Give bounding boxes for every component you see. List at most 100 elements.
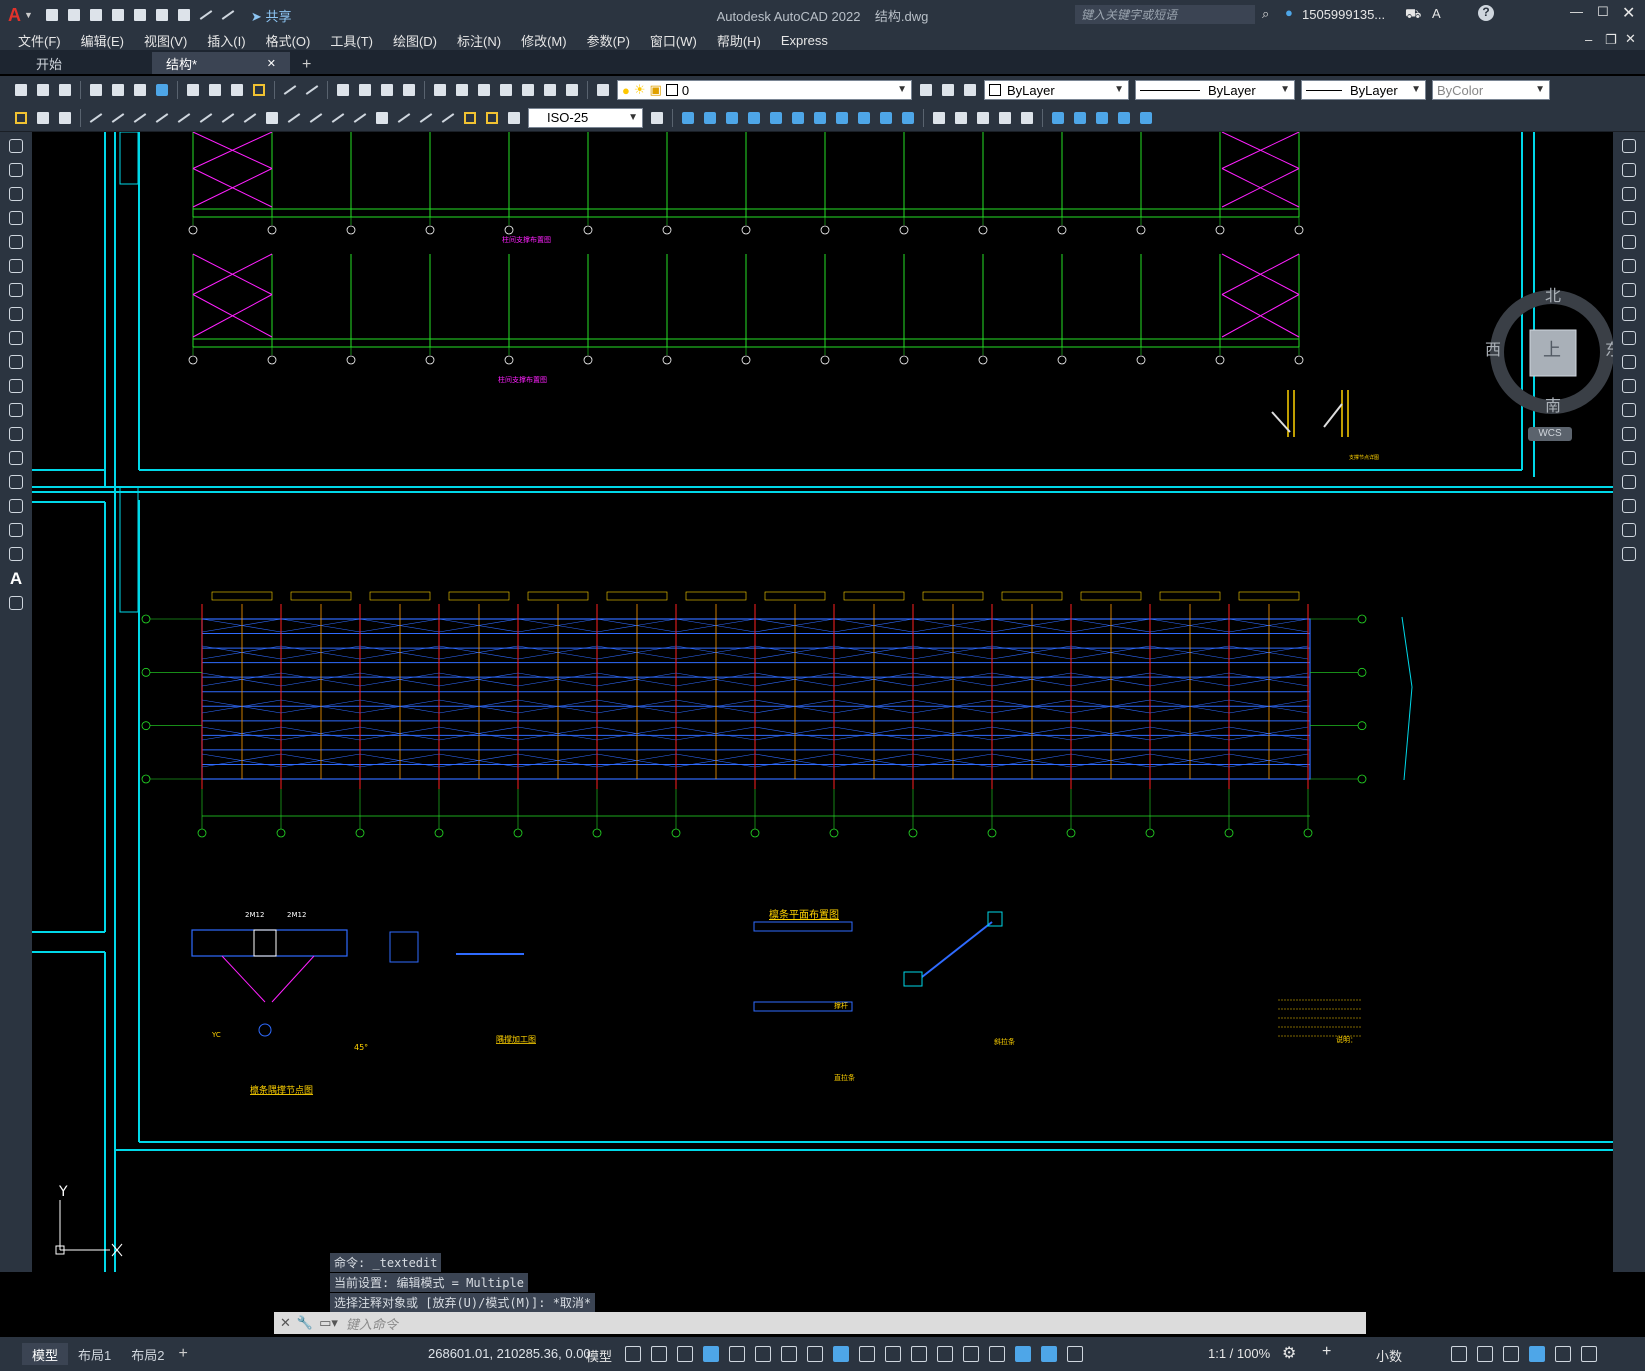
edit-block-icon[interactable] — [12, 109, 30, 127]
search-input[interactable]: 键入关键字或短语 — [1081, 6, 1177, 23]
command-close-icon[interactable]: ✕ — [280, 1315, 291, 1331]
isodraft-icon[interactable] — [781, 1346, 797, 1362]
tab-start[interactable]: 开始 — [22, 52, 150, 74]
menu-tools[interactable]: 工具(T) — [330, 31, 373, 50]
join-icon[interactable] — [1620, 449, 1638, 467]
make-block-icon[interactable] — [7, 425, 25, 443]
chamfer-icon[interactable] — [1620, 473, 1638, 491]
menu-window[interactable]: 窗口(W) — [650, 31, 697, 50]
dimstyle-icon[interactable] — [648, 109, 666, 127]
construction-line-icon[interactable] — [7, 161, 25, 179]
dim-update-icon[interactable] — [505, 109, 523, 127]
cut-icon[interactable] — [184, 81, 202, 99]
annotation-monitor-icon[interactable]: + — [1322, 1343, 1331, 1361]
otrack-icon[interactable] — [807, 1346, 823, 1362]
move-icon[interactable] — [1620, 257, 1638, 275]
command-input[interactable]: 键入命令 — [346, 1314, 398, 1333]
plotstyle-dropdown[interactable]: ByColor ▼ — [1432, 80, 1550, 100]
presspull-icon[interactable] — [1071, 109, 1089, 127]
app-menu-chevron-icon[interactable]: ▼ — [24, 10, 33, 20]
menu-edit[interactable]: 编辑(E) — [81, 31, 124, 50]
save-web-icon[interactable] — [153, 6, 171, 24]
undo-icon-2[interactable] — [281, 81, 299, 99]
ortho-icon[interactable] — [729, 1346, 745, 1362]
annotation-visibility-icon[interactable] — [1041, 1346, 1057, 1362]
viewcube-south[interactable]: 南 — [1545, 392, 1561, 416]
dim-break-icon[interactable] — [351, 109, 369, 127]
linetype-dropdown[interactable]: ByLayer ▼ — [1135, 80, 1295, 100]
cart-icon[interactable]: ⛟ — [1405, 6, 1421, 24]
line-icon[interactable] — [7, 137, 25, 155]
thicken-icon[interactable] — [1137, 109, 1155, 127]
explode-icon[interactable] — [1620, 545, 1638, 563]
selection-filter-icon[interactable] — [989, 1346, 1005, 1362]
help-icon[interactable]: ? — [1478, 5, 1494, 21]
command-line[interactable]: ✕ 🔧 ▭▾ 键入命令 — [274, 1312, 1366, 1334]
ellipse-arc-icon[interactable] — [7, 377, 25, 395]
insert-block-icon[interactable] — [7, 401, 25, 419]
check-icon[interactable] — [1018, 109, 1036, 127]
clean-screen-icon[interactable] — [1555, 1346, 1571, 1362]
menu-format[interactable]: 格式(O) — [266, 31, 311, 50]
copy-faces-icon[interactable] — [877, 109, 895, 127]
help-icon-2[interactable] — [563, 81, 581, 99]
delete-faces-icon[interactable] — [811, 109, 829, 127]
shell-icon[interactable] — [996, 109, 1014, 127]
taper-faces-icon[interactable] — [855, 109, 873, 127]
rotate-faces-icon[interactable] — [833, 109, 851, 127]
new-file-icon[interactable] — [43, 6, 61, 24]
save-icon[interactable] — [87, 6, 105, 24]
sun-icon[interactable]: ☀ — [634, 82, 646, 98]
layer-dropdown[interactable]: ● ☀ ▣ 0 ▼ — [617, 80, 912, 100]
color-dropdown[interactable]: ByLayer ▼ — [984, 80, 1129, 100]
plot-icon[interactable] — [175, 6, 193, 24]
extrude-faces-icon[interactable] — [745, 109, 763, 127]
sheetset-icon[interactable] — [497, 81, 515, 99]
maximize-icon[interactable]: ☐ — [1597, 4, 1609, 20]
design-center-icon[interactable] — [453, 81, 471, 99]
quick-dim-icon[interactable] — [263, 109, 281, 127]
section-icon[interactable] — [1093, 109, 1111, 127]
3dosnap-icon[interactable] — [937, 1346, 953, 1362]
model-space-toggle[interactable]: 模型 — [586, 1346, 612, 1365]
polar-icon[interactable] — [755, 1346, 771, 1362]
layout-tab-model[interactable]: 模型 — [22, 1343, 69, 1365]
dim-text-edit-icon[interactable] — [483, 109, 501, 127]
viewcube-west[interactable]: 西 — [1485, 336, 1501, 360]
zoom-realtime-icon[interactable] — [356, 81, 374, 99]
dim-baseline-icon[interactable] — [285, 109, 303, 127]
lock-ui-icon[interactable] — [1477, 1346, 1493, 1362]
trim-icon[interactable] — [1620, 353, 1638, 371]
print-icon[interactable] — [87, 81, 105, 99]
arc-icon[interactable] — [7, 257, 25, 275]
tool-palettes-icon[interactable] — [475, 81, 493, 99]
menu-view[interactable]: 视图(V) — [144, 31, 187, 50]
open-icon[interactable] — [34, 81, 52, 99]
lineweight-dropdown-arrow-icon[interactable]: ▼ — [1411, 84, 1421, 95]
break-icon[interactable] — [1620, 425, 1638, 443]
viewcube[interactable]: 北 南 西 东 上 WCS — [1472, 272, 1613, 452]
tolerance-icon[interactable] — [373, 109, 391, 127]
coordinates-readout[interactable]: 268601.01, 210285.36, 0.00 — [428, 1346, 591, 1361]
menu-express[interactable]: Express — [781, 33, 828, 48]
viewcube-east[interactable]: 东 — [1605, 336, 1613, 360]
separate-icon[interactable] — [974, 109, 992, 127]
grid-icon[interactable] — [625, 1346, 641, 1362]
dim-jogged-icon[interactable] — [197, 109, 215, 127]
selection-cycling-icon[interactable] — [911, 1346, 927, 1362]
ellipse-icon[interactable] — [7, 353, 25, 371]
calculator-icon[interactable] — [541, 81, 559, 99]
offset-faces-icon[interactable] — [789, 109, 807, 127]
infer-icon[interactable] — [677, 1346, 693, 1362]
autocad-logo-icon[interactable]: A — [8, 5, 21, 26]
save-icon-2[interactable] — [56, 81, 74, 99]
undo-icon[interactable] — [197, 6, 215, 24]
stretch-icon[interactable] — [1620, 329, 1638, 347]
dim-radius-icon[interactable] — [175, 109, 193, 127]
point-icon[interactable] — [7, 449, 25, 467]
dim-angular-icon[interactable] — [241, 109, 259, 127]
menu-modify[interactable]: 修改(M) — [521, 31, 567, 50]
dim-linear-icon[interactable] — [87, 109, 105, 127]
drawing-canvas[interactable]: 柱间支撑布置图 柱间支撑布置图 支撑节点详图 檩条平面布置图 檩条隅撑节点图 隅… — [32, 132, 1613, 1272]
open-file-icon[interactable] — [65, 6, 83, 24]
